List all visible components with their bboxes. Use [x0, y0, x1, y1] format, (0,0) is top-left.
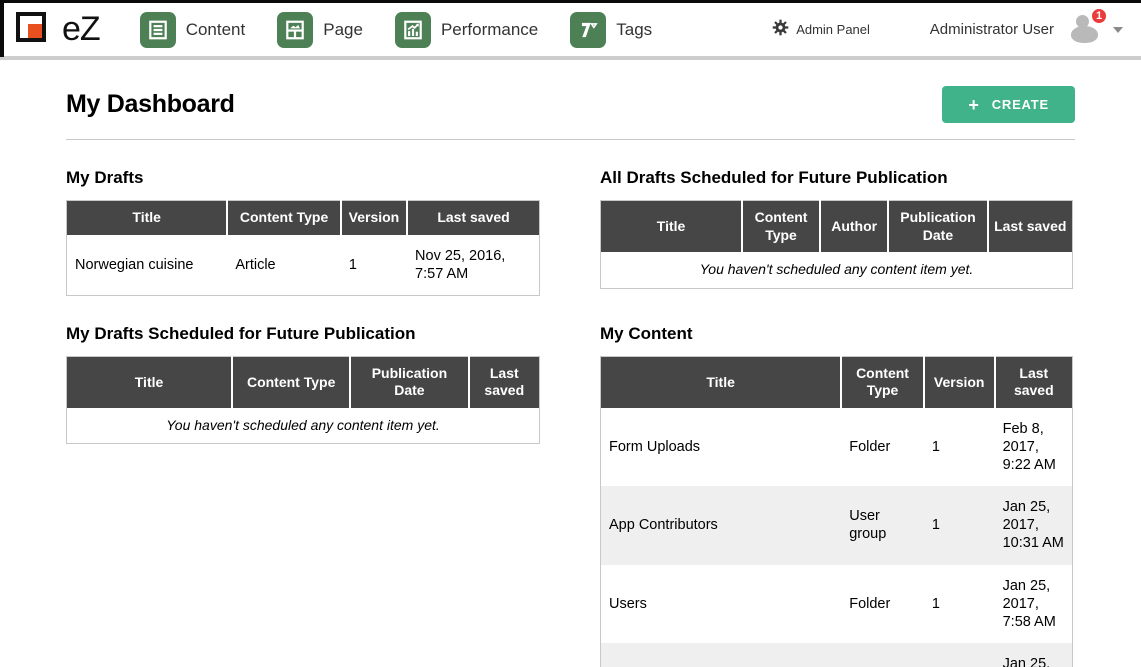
- column-header-version: Version: [341, 201, 407, 235]
- table-row[interactable]: Norwegian cuisine Article 1 Nov 25, 2016…: [67, 235, 540, 296]
- nav-item-page[interactable]: Page: [277, 12, 363, 48]
- content-icon: [140, 12, 176, 48]
- ez-logo[interactable]: eZ: [14, 8, 100, 52]
- ez-logo-outline-square: [16, 12, 46, 42]
- cell-version: 1: [924, 643, 995, 667]
- nav-item-tags-label: Tags: [616, 20, 652, 40]
- nav-item-page-label: Page: [323, 20, 363, 40]
- dashboard-grid: My Drafts Title Content Type Version Las…: [66, 140, 1075, 667]
- section-my-content: My Content Title Content Type Version La…: [600, 324, 1073, 667]
- column-header-author: Author: [820, 201, 888, 253]
- tags-icon: [570, 12, 606, 48]
- avatar-body: [1071, 26, 1098, 43]
- column-header-version: Version: [924, 356, 995, 408]
- user-menu[interactable]: Administrator User 1: [930, 15, 1127, 45]
- table-header-row: Title Content Type Version Last saved: [67, 201, 540, 235]
- performance-icon: [395, 12, 431, 48]
- cell-version: 1: [924, 408, 995, 486]
- plus-icon: +: [968, 99, 979, 111]
- cell-title[interactable]: Norwegian cuisine: [67, 235, 228, 296]
- section-my-drafts: My Drafts Title Content Type Version Las…: [66, 168, 540, 296]
- cell-title[interactable]: Users: [601, 565, 842, 643]
- empty-row: You haven't scheduled any content item y…: [601, 252, 1073, 288]
- user-avatar[interactable]: 1: [1068, 15, 1104, 45]
- cell-content-type: Folder: [841, 643, 924, 667]
- page-header: My Dashboard + CREATE: [66, 86, 1075, 140]
- column-header-last-saved: Last saved: [407, 201, 539, 235]
- screen-edge-top: [0, 0, 1141, 3]
- cell-last-saved: Jan 25, 2017, 7:58 AM: [995, 565, 1073, 643]
- my-drafts-scheduled-table: Title Content Type Publication Date Last…: [66, 356, 540, 445]
- create-button[interactable]: + CREATE: [942, 86, 1075, 123]
- table-row[interactable]: App Folder 1 Jan 25, 2017, 7:55 AM: [601, 643, 1073, 667]
- cell-version: 1: [924, 565, 995, 643]
- all-drafts-scheduled-table: Title Content Type Author Publication Da…: [600, 200, 1073, 289]
- column-header-content-type: Content Type: [841, 356, 924, 408]
- cell-last-saved: Nov 25, 2016, 7:57 AM: [407, 235, 539, 296]
- table-row[interactable]: Users Folder 1 Jan 25, 2017, 7:58 AM: [601, 565, 1073, 643]
- section-all-drafts-scheduled: All Drafts Scheduled for Future Publicat…: [600, 168, 1073, 289]
- column-header-title: Title: [67, 201, 228, 235]
- cell-content-type: Folder: [841, 408, 924, 486]
- ez-logo-text: eZ: [62, 10, 100, 49]
- nav-item-admin-panel[interactable]: Admin Panel: [772, 19, 870, 41]
- section-my-drafts-scheduled: My Drafts Scheduled for Future Publicati…: [66, 324, 540, 445]
- nav-items: Content Page: [140, 12, 685, 48]
- cell-title[interactable]: Form Uploads: [601, 408, 842, 486]
- column-header-publication-date: Publication Date: [888, 201, 987, 253]
- cell-content-type: Folder: [841, 565, 924, 643]
- column-header-title: Title: [601, 201, 743, 253]
- cell-content-type: Article: [227, 235, 341, 296]
- cell-title[interactable]: App Contributors: [601, 486, 842, 564]
- ez-logo-icon: [14, 8, 60, 52]
- column-header-publication-date: Publication Date: [350, 356, 468, 408]
- cell-title[interactable]: App: [601, 643, 842, 667]
- screen-edge-left: [0, 0, 4, 57]
- cell-content-type: User group: [841, 486, 924, 564]
- nav-item-content-label: Content: [186, 20, 246, 40]
- cell-version: 1: [924, 486, 995, 564]
- table-row[interactable]: App Contributors User group 1 Jan 25, 20…: [601, 486, 1073, 564]
- column-header-content-type: Content Type: [742, 201, 820, 253]
- nav-item-tags[interactable]: Tags: [570, 12, 652, 48]
- table-header-row: Title Content Type Publication Date Last…: [67, 356, 540, 408]
- admin-panel-label: Admin Panel: [796, 22, 870, 37]
- chevron-down-icon[interactable]: [1113, 27, 1123, 33]
- create-button-label: CREATE: [992, 97, 1049, 112]
- column-header-title: Title: [67, 356, 233, 408]
- nav-item-content[interactable]: Content: [140, 12, 246, 48]
- cell-last-saved: Jan 25, 2017, 7:55 AM: [995, 643, 1073, 667]
- user-name: Administrator User: [930, 21, 1054, 38]
- cell-last-saved: Jan 25, 2017, 10:31 AM: [995, 486, 1073, 564]
- my-drafts-table: Title Content Type Version Last saved No…: [66, 200, 540, 296]
- page-title: My Dashboard: [66, 90, 235, 119]
- section-title-my-drafts: My Drafts: [66, 168, 540, 188]
- column-header-title: Title: [601, 356, 842, 408]
- column-header-last-saved: Last saved: [988, 201, 1073, 253]
- empty-message: You haven't scheduled any content item y…: [601, 252, 1073, 288]
- table-header-row: Title Content Type Author Publication Da…: [601, 201, 1073, 253]
- empty-message: You haven't scheduled any content item y…: [67, 408, 540, 444]
- cell-last-saved: Feb 8, 2017, 9:22 AM: [995, 408, 1073, 486]
- empty-row: You haven't scheduled any content item y…: [67, 408, 540, 444]
- section-title-my-drafts-scheduled: My Drafts Scheduled for Future Publicati…: [66, 324, 540, 344]
- column-header-content-type: Content Type: [232, 356, 350, 408]
- main-content: My Dashboard + CREATE My Drafts Title Co…: [0, 60, 1141, 667]
- page-icon: [277, 12, 313, 48]
- gear-icon: [772, 19, 789, 41]
- section-title-all-drafts-scheduled: All Drafts Scheduled for Future Publicat…: [600, 168, 1073, 188]
- top-navbar: eZ Content P: [0, 0, 1141, 60]
- column-header-content-type: Content Type: [227, 201, 341, 235]
- cell-version: 1: [341, 235, 407, 296]
- table-row[interactable]: Form Uploads Folder 1 Feb 8, 2017, 9:22 …: [601, 408, 1073, 486]
- section-title-my-content: My Content: [600, 324, 1073, 344]
- notification-badge[interactable]: 1: [1090, 7, 1108, 25]
- column-header-last-saved: Last saved: [469, 356, 540, 408]
- nav-item-performance-label: Performance: [441, 20, 538, 40]
- nav-item-performance[interactable]: Performance: [395, 12, 538, 48]
- column-header-last-saved: Last saved: [995, 356, 1073, 408]
- table-header-row: Title Content Type Version Last saved: [601, 356, 1073, 408]
- my-content-table: Title Content Type Version Last saved Fo…: [600, 356, 1073, 667]
